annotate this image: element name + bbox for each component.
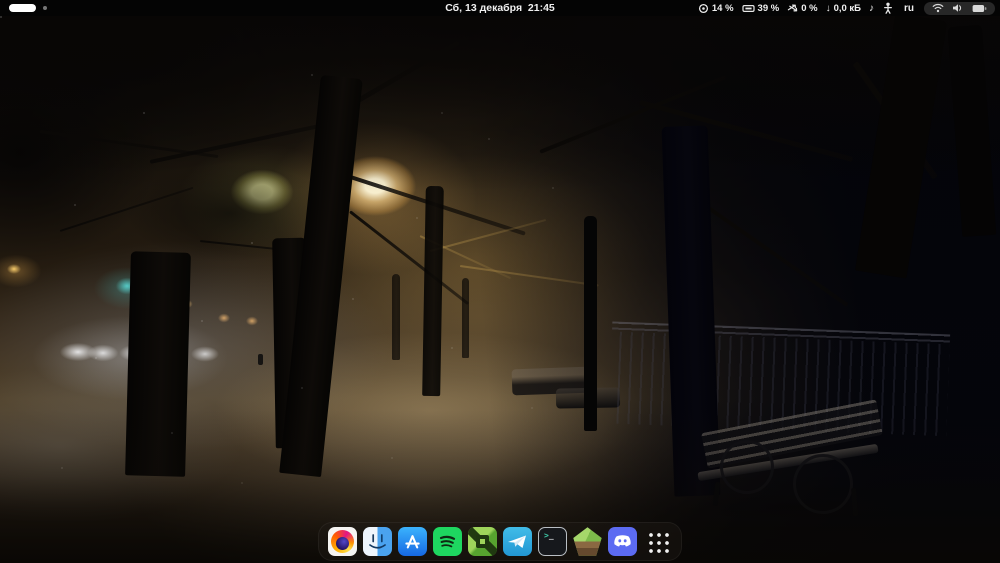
memory-value: 39 %: [757, 2, 780, 14]
battery-icon: [972, 4, 987, 12]
music-note-icon[interactable]: ♪: [869, 3, 874, 14]
keyboard-layout-indicator[interactable]: ru: [902, 3, 916, 14]
discord-icon: [614, 535, 631, 547]
grass-block-pentagon-icon: [573, 527, 602, 556]
foreground-vignette: [0, 16, 1000, 563]
dock-item-discord[interactable]: [608, 527, 637, 556]
dock-item-terminal[interactable]: >_: [538, 527, 567, 556]
status-area: 14 % 39 % 0 % ↓ 0,0 кБ ♪ ru: [698, 1, 1000, 15]
wifi-icon: [932, 3, 944, 13]
cpu-indicator[interactable]: 14 %: [698, 3, 734, 14]
cpu-icon: [698, 3, 708, 13]
app-grid-icon: [646, 530, 669, 553]
accessibility-icon[interactable]: [882, 2, 894, 14]
app-store-icon: [405, 535, 420, 549]
dock-item-firefox[interactable]: [328, 527, 357, 556]
dock-item-spotify[interactable]: [433, 527, 462, 556]
dock-item-roblox-studio[interactable]: [468, 527, 497, 556]
desktop: Сб, 13 декабря 21:45 14 % 39 % 0 % ↓ 0,0…: [0, 0, 1000, 563]
dock-item-app-store[interactable]: [398, 527, 427, 556]
workspace-indicator[interactable]: [0, 4, 47, 12]
dock-item-telegram[interactable]: [503, 527, 532, 556]
swap-value: 0 %: [801, 2, 818, 14]
network-indicator[interactable]: ↓ 0,0 кБ: [826, 3, 861, 14]
dock-item-app-grid[interactable]: [643, 527, 672, 556]
dock: >_: [318, 522, 682, 561]
quick-settings[interactable]: [924, 1, 995, 15]
telegram-icon: [508, 535, 526, 548]
spotify-icon: [439, 535, 456, 548]
clock[interactable]: Сб, 13 декабря 21:45: [445, 0, 555, 16]
top-bar: Сб, 13 декабря 21:45 14 % 39 % 0 % ↓ 0,0…: [0, 0, 1000, 16]
swap-indicator[interactable]: 0 %: [787, 2, 818, 14]
firefox-globe-core: [336, 537, 349, 550]
roblox-inner-square: [480, 539, 485, 544]
wallpaper: [0, 16, 1000, 563]
volume-icon: [953, 4, 962, 12]
terminal-icon: >_: [544, 531, 554, 540]
memory-icon: [741, 4, 755, 12]
dock-item-minecraft-launcher[interactable]: [573, 527, 602, 556]
files-finder-icon: [369, 534, 386, 549]
workspace-active-pill[interactable]: [9, 4, 36, 12]
download-arrow-icon: ↓: [825, 2, 831, 14]
memory-indicator[interactable]: 39 %: [741, 2, 780, 14]
cpu-value: 14 %: [711, 2, 734, 14]
network-value: 0,0 кБ: [833, 2, 861, 14]
dock-item-files[interactable]: [363, 527, 392, 556]
workspace-dot[interactable]: [43, 6, 47, 10]
falling-snow: [0, 16, 2, 18]
swap-arrows-icon: [787, 4, 798, 12]
